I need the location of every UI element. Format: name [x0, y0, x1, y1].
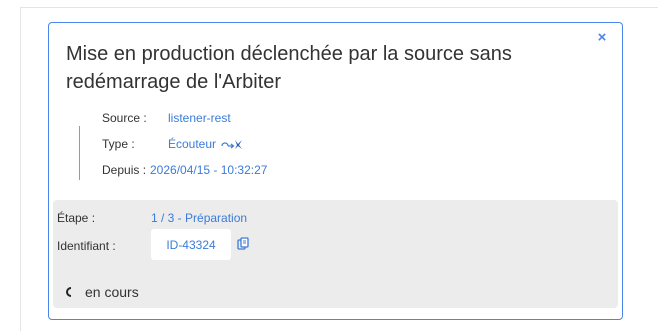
since-value: 2026/04/15 - 10:32:27 [150, 163, 268, 177]
type-label: Type : [102, 137, 135, 151]
source-row: Source : listener-rest [102, 111, 231, 125]
id-value[interactable]: ID-43324 [166, 238, 215, 252]
copy-icon[interactable] [237, 237, 249, 250]
close-icon[interactable]: × [598, 30, 607, 45]
id-label: Identifiant : [57, 239, 116, 253]
step-label: Étape : [57, 211, 96, 225]
deployment-card: × Mise en production déclenchée par la s… [48, 22, 623, 320]
id-chip[interactable]: ID-43324 [151, 229, 231, 260]
status-panel: Étape : 1 / 3 - Préparation Identifiant … [53, 200, 618, 308]
container-left-border [20, 7, 21, 331]
since-row: Depuis : 2026/04/15 - 10:32:27 [102, 163, 267, 177]
close-button[interactable]: × [594, 29, 610, 45]
type-row: Type : Écouteur [102, 137, 243, 151]
source-value[interactable]: listener-rest [168, 111, 231, 125]
container-top-border [20, 7, 658, 8]
step-value: 1 / 3 - Préparation [151, 211, 248, 225]
listener-icon [221, 140, 243, 149]
type-value: Écouteur [168, 137, 217, 151]
status-text: en cours [85, 284, 139, 300]
since-label: Depuis : [102, 163, 147, 177]
type-value-wrap: Écouteur [168, 137, 243, 151]
spinner-icon [66, 287, 72, 297]
card-title: Mise en production déclenchée par la sou… [66, 43, 512, 93]
source-label: Source : [102, 111, 147, 125]
